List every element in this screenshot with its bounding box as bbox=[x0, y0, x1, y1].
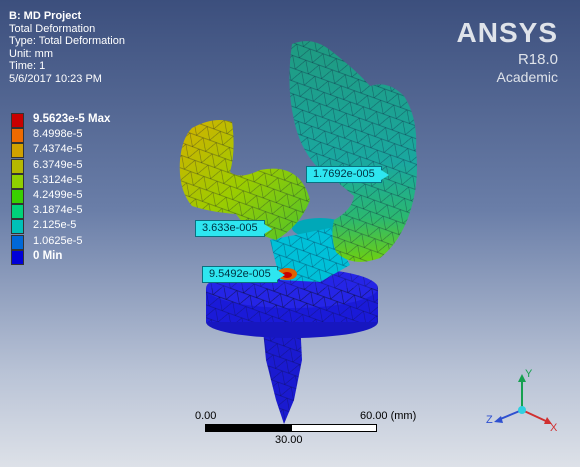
probe-label[interactable]: 1.7692e-005 bbox=[306, 166, 389, 183]
scale-mid-label: 30.00 bbox=[275, 434, 303, 446]
scale-right-label: 60.00 (mm) bbox=[360, 410, 417, 422]
triad-z-label: Z bbox=[486, 414, 493, 426]
scale-bar bbox=[205, 424, 377, 432]
triad-x-label: X bbox=[550, 422, 558, 434]
scale-bar-fill bbox=[206, 425, 292, 431]
probe-label[interactable]: 9.5492e-005 bbox=[202, 266, 285, 283]
triad-y-label: Y bbox=[525, 368, 533, 380]
x-axis-icon bbox=[521, 409, 549, 423]
probe-label[interactable]: 3.633e-005 bbox=[195, 220, 272, 237]
axis-triad[interactable]: Y X Z bbox=[484, 366, 564, 436]
scale-left-label: 0.00 bbox=[195, 410, 217, 422]
